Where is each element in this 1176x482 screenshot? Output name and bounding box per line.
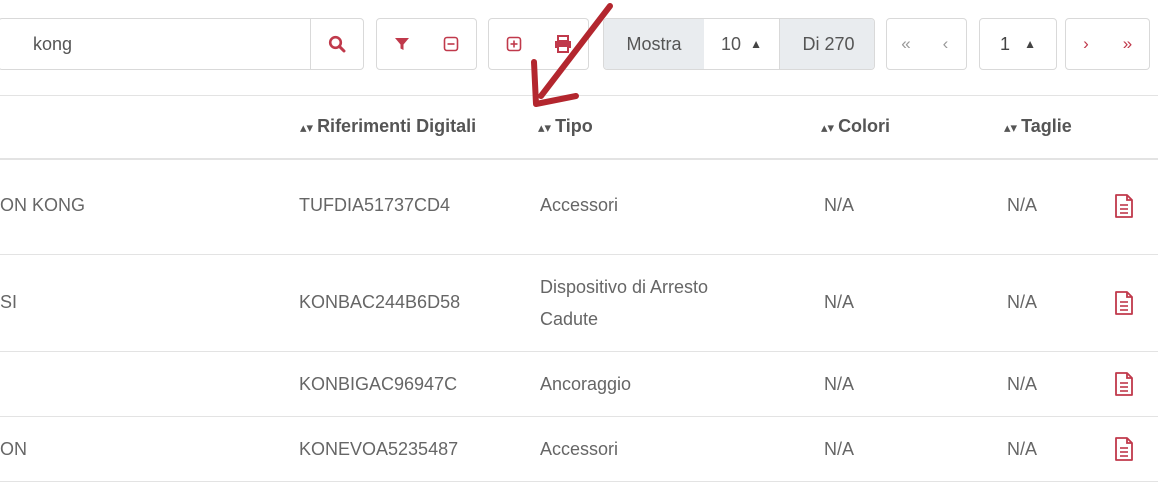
pdf-document-icon[interactable] — [1114, 437, 1134, 461]
page-size-group: Mostra 10 ▲︎ Di 270 — [603, 18, 875, 70]
cell-colori: N/A — [824, 195, 855, 215]
table-row[interactable]: KONBIGAC96947C Ancoraggio N/A N/A — [0, 352, 1158, 417]
cell-ref: KONBIGAC96947C — [299, 374, 458, 394]
table-header: ▴▾ Riferimenti Digitali ▴▾ Tipo ▴▾ Colori ▴… — [0, 95, 1158, 160]
search-input[interactable] — [33, 31, 293, 57]
filter-button[interactable] — [376, 18, 427, 70]
print-button[interactable] — [538, 18, 589, 70]
search-button[interactable] — [310, 18, 364, 70]
cell-tipo: Dispositivo di Arresto Cadute — [540, 277, 709, 329]
last-page-button[interactable]: » — [1106, 18, 1150, 70]
next-page-button[interactable]: › — [1065, 18, 1107, 70]
column-header-taglie[interactable]: ▴▾ Taglie — [1004, 116, 1072, 137]
total-count: Di 270 — [779, 19, 874, 69]
sort-icon: ▴▾ — [300, 120, 314, 135]
cell-colori: N/A — [824, 439, 855, 459]
plus-square-icon — [506, 36, 521, 52]
page-number-value: 1 — [1000, 33, 1011, 54]
show-label: Mostra — [604, 19, 705, 69]
column-header-colori[interactable]: ▴▾ Colori — [821, 116, 890, 137]
sort-icon: ▴▾ — [538, 120, 552, 135]
pdf-document-icon[interactable] — [1114, 372, 1134, 396]
minus-square-icon — [443, 36, 459, 52]
page-number-select[interactable]: 1 ▲︎ — [979, 18, 1057, 70]
first-page-button[interactable]: « — [886, 18, 926, 70]
cell-name: SI — [0, 292, 18, 312]
cell-ref: TUFDIA51737CD4 — [299, 195, 451, 215]
cell-taglie: N/A — [1007, 195, 1038, 215]
cell-tipo: Accessori — [540, 195, 619, 215]
cell-ref: KONBAC244B6D58 — [299, 292, 461, 312]
pdf-document-icon[interactable] — [1114, 291, 1134, 315]
cell-taglie: N/A — [1007, 439, 1038, 459]
column-header-riferimenti[interactable]: ▴▾ Riferimenti Digitali — [300, 116, 476, 137]
print-icon — [555, 35, 571, 53]
sort-icon: ▴▾ — [1004, 120, 1018, 135]
cell-colori: N/A — [824, 374, 855, 394]
table-row[interactable]: SI KONBAC244B6D58 Dispositivo di Arresto… — [0, 255, 1158, 352]
cell-colori: N/A — [824, 292, 855, 312]
cell-taglie: N/A — [1007, 292, 1038, 312]
cell-name: ON — [0, 439, 27, 459]
select-arrows-icon: ▲︎ — [750, 37, 762, 51]
table-toolbar: Mostra 10 ▲︎ Di 270 « ‹ 1 ▲︎ › » — [0, 0, 1176, 95]
expand-all-button[interactable] — [488, 18, 539, 70]
column-header-tipo[interactable]: ▴▾ Tipo — [538, 116, 593, 137]
search-icon — [328, 35, 346, 53]
pdf-document-icon[interactable] — [1114, 194, 1134, 218]
filter-icon — [394, 38, 409, 50]
page-size-select[interactable]: 10 ▲︎ — [704, 19, 779, 69]
sort-icon: ▴▾ — [821, 120, 835, 135]
table-row[interactable]: ON KONEVOA5235487 Accessori N/A N/A — [0, 417, 1158, 482]
table-row[interactable]: ON KONG TUFDIA51737CD4 Accessori N/A N/A — [0, 158, 1158, 255]
select-arrows-icon: ▲︎ — [1024, 37, 1036, 51]
search-box — [0, 18, 310, 70]
page-size-value: 10 — [721, 33, 742, 54]
previous-page-button[interactable]: ‹ — [925, 18, 967, 70]
cell-name: ON KONG — [0, 195, 86, 215]
collapse-all-button[interactable] — [426, 18, 477, 70]
cell-ref: KONEVOA5235487 — [299, 439, 459, 459]
cell-tipo: Accessori — [540, 439, 619, 459]
cell-tipo: Ancoraggio — [540, 374, 632, 394]
cell-taglie: N/A — [1007, 374, 1038, 394]
